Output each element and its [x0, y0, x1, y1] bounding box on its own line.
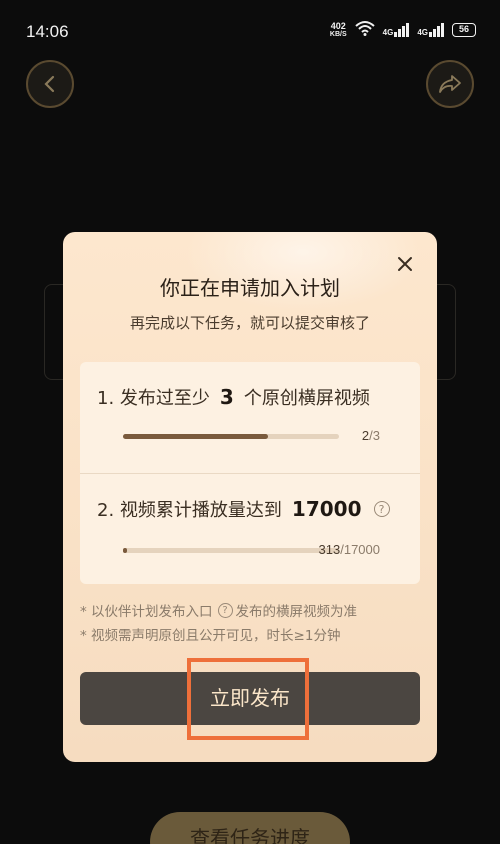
view-progress-button[interactable]: 查看任务进度 — [150, 812, 350, 844]
task-target-number: 3 — [219, 385, 234, 409]
help-icon[interactable]: ? — [373, 501, 390, 517]
task-item-original-videos: 1. 发布过至少 3 个原创横屏视频 2/3 — [80, 362, 420, 473]
help-icon[interactable]: ? — [217, 602, 233, 618]
progress-total: /3 — [369, 428, 380, 443]
status-bar: 14:06 402 KB/S 4G 4G 56 — [0, 0, 500, 60]
task-list: 1. 发布过至少 3 个原创横屏视频 2/3 2. 视频累计播放量达到 1700… — [80, 362, 420, 584]
share-icon — [439, 75, 461, 93]
progress-current: 313 — [318, 542, 341, 557]
signal-1-icon: 4G — [383, 23, 410, 37]
task-description: 2. 视频累计播放量达到 17000 ? — [97, 496, 390, 522]
note-entry-rule: * 以伙伴计划发布入口 ? 发布的横屏视频为准 — [80, 602, 358, 620]
task-description: 1. 发布过至少 3 个原创横屏视频 — [97, 385, 370, 409]
progress-text: 2/3 — [362, 428, 380, 443]
progress-fill — [123, 434, 268, 439]
dialog-title: 你正在申请加入计划 — [160, 276, 340, 300]
task-item-play-count: 2. 视频累计播放量达到 17000 ? 313/17000 — [80, 473, 420, 584]
close-icon — [398, 257, 412, 271]
status-time: 14:06 — [26, 22, 69, 41]
back-button[interactable] — [26, 60, 74, 108]
net-speed: 402 KB/S — [329, 20, 347, 39]
net-speed-unit: KB/S — [329, 30, 347, 38]
note-video-rule: * 视频需声明原创且公开可见，时长≥1分钟 — [80, 628, 341, 644]
battery-icon: 56 — [452, 23, 476, 37]
back-arrow-icon — [44, 75, 55, 93]
dialog-subtitle: 再完成以下任务，就可以提交审核了 — [129, 314, 370, 332]
progress-total: /17000 — [340, 542, 380, 557]
join-plan-dialog: 你正在申请加入计划 再完成以下任务，就可以提交审核了 1. 发布过至少 3 个原… — [63, 232, 437, 762]
status-icons: 402 KB/S 4G 4G 56 — [330, 20, 476, 40]
progress-bar — [123, 434, 339, 439]
signal-2-icon: 4G — [417, 23, 444, 37]
progress-fill — [123, 548, 127, 553]
progress-text: 313/17000 — [319, 542, 380, 557]
net-speed-value: 402 — [330, 20, 346, 31]
publish-now-button[interactable]: 立即发布 — [80, 672, 420, 725]
progress-bar — [123, 548, 339, 553]
wifi-icon — [354, 20, 375, 40]
share-button[interactable] — [426, 60, 474, 108]
task-target-number: 17000 — [291, 497, 362, 521]
